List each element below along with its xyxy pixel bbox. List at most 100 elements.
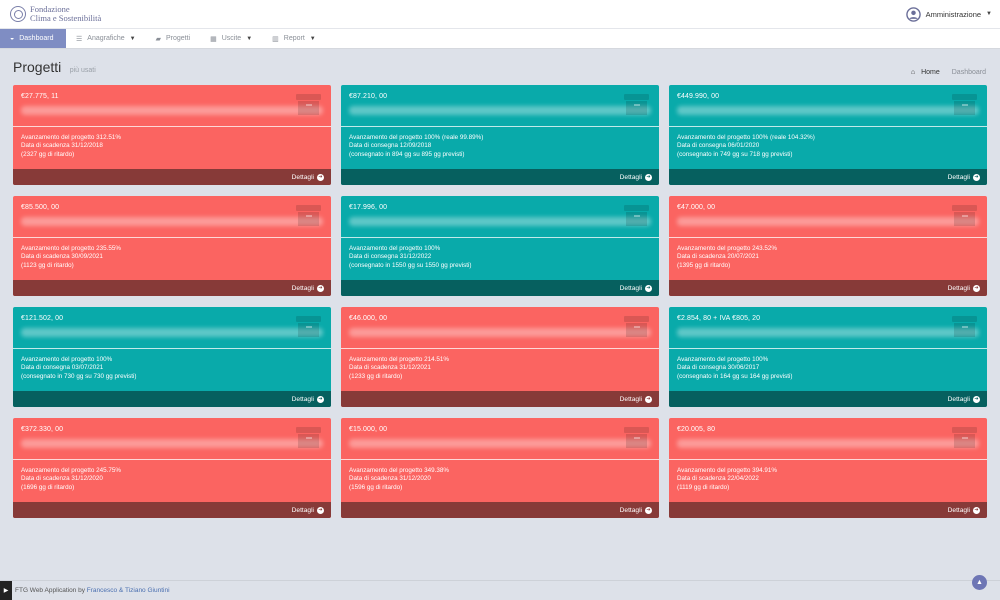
card-project-name-redacted [677,217,979,226]
card-amount: €46.000, 00 [349,315,388,322]
breadcrumb: ⌂ Home Dashboard [911,69,986,77]
nav-uscite-label: Uscite [221,35,242,42]
play-icon[interactable]: ▶ [0,580,12,600]
card-date: Data di scadenza 31/12/2020 [21,475,103,483]
home-icon: ⌂ [910,69,916,76]
card-details-button[interactable]: Dettagli ➜ [341,169,659,185]
chevron-up-icon: ▲ [976,579,983,586]
card-details-button[interactable]: Dettagli ➜ [669,502,987,518]
card-amount: €85.500, 00 [21,204,60,211]
card-amount: €87.210, 00 [349,93,388,100]
project-cards-grid: €27.775, 11 Avanzamento del progetto 312… [13,85,987,518]
card-amount: €121.502, 00 [21,315,64,322]
card-amount: €20.005, 80 [677,426,716,433]
card-details-button[interactable]: Dettagli ➜ [341,502,659,518]
arrow-circle-right-icon: ➜ [645,506,652,514]
card-info: Avanzamento del progetto 235.55% Data di… [13,238,331,280]
card-details-button[interactable]: Dettagli ➜ [669,391,987,407]
card-project-name-redacted [349,328,651,337]
nav-uscite[interactable]: ▦ Uscite ▼ [200,29,262,48]
arrow-circle-right-icon: ➜ [645,173,652,181]
card-details-button[interactable]: Dettagli ➜ [341,391,659,407]
card-delay: (1696 gg di ritardo) [21,483,75,491]
card-info: Avanzamento del progetto 100% (reale 99.… [341,127,659,169]
card-date: Data di consegna 30/06/2017 [677,364,760,372]
card-progress: Avanzamento del progetto 243.52% [677,245,778,252]
card-delay: (1233 gg di ritardo) [349,372,403,380]
card-delay: (2327 gg di ritardo) [21,150,75,158]
card-delay: (consegnato in 1550 gg su 1550 gg previs… [349,261,472,269]
card-details-button[interactable]: Dettagli ➜ [13,169,331,185]
nav-report-label: Report [283,35,305,42]
card-project-name-redacted [677,439,979,448]
card-date: Data di consegna 06/01/2020 [677,142,760,150]
card-details-label: Dettagli [291,173,314,181]
archive-box-icon [296,427,321,449]
card-details-button[interactable]: Dettagli ➜ [669,280,987,296]
chevron-down-icon: ▼ [309,35,316,42]
dashboard-icon: ◒ [10,35,15,42]
project-card: €27.775, 11 Avanzamento del progetto 312… [13,85,331,185]
footer-authors-link[interactable]: Francesco & Tiziano Giuntini [87,587,170,594]
card-info: Avanzamento del progetto 394.91% Data di… [669,460,987,502]
user-menu[interactable]: Amministrazione ▼ [905,6,992,22]
card-details-label: Dettagli [947,173,970,181]
card-delay: (1596 gg di ritardo) [349,483,403,491]
project-card: €449.990, 00 Avanzamento del progetto 10… [669,85,987,185]
card-header: €121.502, 00 [13,307,331,349]
breadcrumb-home[interactable]: Home [921,69,940,76]
card-amount: €372.330, 00 [21,426,64,433]
card-date: Data di consegna 31/12/2022 [349,253,432,261]
brand-logo[interactable]: Fondazione Clima e Sostenibilità [10,5,101,23]
page-subtitle: più usati [69,67,96,74]
card-header: €15.000, 00 [341,418,659,460]
card-progress: Avanzamento del progetto 100% [21,356,113,363]
archive-box-icon [624,94,649,116]
nav-progetti[interactable]: ▰ Progetti [146,29,201,48]
card-info: Avanzamento del progetto 100% Data di co… [669,349,987,391]
card-project-name-redacted [349,439,651,448]
card-progress: Avanzamento del progetto 394.91% [677,467,778,474]
card-info: Avanzamento del progetto 214.51% Data di… [341,349,659,391]
top-header: Fondazione Clima e Sostenibilità Amminis… [0,0,1000,29]
card-progress: Avanzamento del progetto 100% (reale 104… [677,134,815,141]
card-details-label: Dettagli [619,173,642,181]
archive-box-icon [952,205,977,227]
nav-report[interactable]: ▥ Report ▼ [262,29,326,48]
card-progress: Avanzamento del progetto 100% (reale 99.… [349,134,484,141]
archive-box-icon [296,94,321,116]
card-details-label: Dettagli [291,506,314,514]
card-details-button[interactable]: Dettagli ➜ [669,169,987,185]
nav-dashboard[interactable]: ◒ Dashboard [0,29,66,48]
card-details-label: Dettagli [947,395,970,403]
card-info: Avanzamento del progetto 100% Data di co… [13,349,331,391]
breadcrumb-current: Dashboard [951,69,986,76]
table-icon: ▦ [210,35,217,43]
card-details-button[interactable]: Dettagli ➜ [13,502,331,518]
archive-box-icon [624,427,649,449]
card-amount: €17.996, 00 [349,204,388,211]
card-info: Avanzamento del progetto 100% Data di co… [341,238,659,280]
page-title: Progetti [13,59,62,75]
nav-anagrafiche[interactable]: ☰ Anagrafiche ▼ [66,29,146,48]
project-card: €20.005, 80 Avanzamento del progetto 394… [669,418,987,518]
card-project-name-redacted [21,328,323,337]
archive-box-icon [296,205,321,227]
card-amount: €449.990, 00 [677,93,720,100]
chevron-down-icon: ▼ [129,35,136,42]
card-project-name-redacted [349,217,651,226]
card-header: €47.000, 00 [669,196,987,238]
archive-box-icon [296,316,321,338]
card-details-button[interactable]: Dettagli ➜ [13,391,331,407]
scroll-top-button[interactable]: ▲ [972,575,987,590]
card-project-name-redacted [21,217,323,226]
card-details-label: Dettagli [619,506,642,514]
card-progress: Avanzamento del progetto 214.51% [349,356,450,363]
card-project-name-redacted [349,106,651,115]
card-progress: Avanzamento del progetto 349.38% [349,467,450,474]
user-menu-label: Amministrazione [925,9,982,19]
card-details-button[interactable]: Dettagli ➜ [13,280,331,296]
card-details-label: Dettagli [291,284,314,292]
card-header: €85.500, 00 [13,196,331,238]
card-details-button[interactable]: Dettagli ➜ [341,280,659,296]
